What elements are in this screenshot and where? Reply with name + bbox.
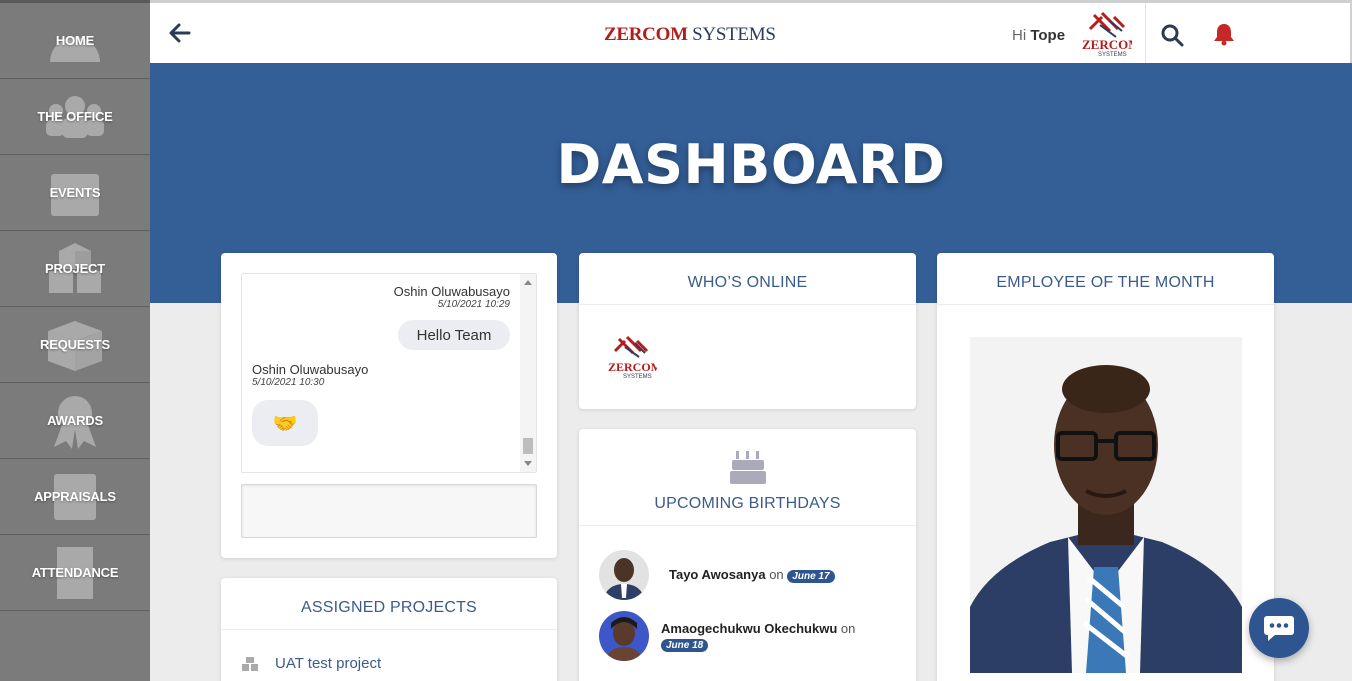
user-greeting: Hi Tope: [1012, 27, 1065, 44]
upcoming-birthdays-title: UPCOMING BIRTHDAYS: [654, 495, 841, 512]
whos-online-card: WHO’S ONLINE ZERCOM SYSTEMS: [579, 253, 916, 409]
greeting-prefix: Hi: [1012, 27, 1027, 44]
online-user-avatar[interactable]: ZERCOM SYSTEMS: [607, 331, 657, 381]
assigned-projects-card: ASSIGNED PROJECTS UAT test project: [221, 578, 557, 681]
sidebar-item-label: REQUESTS: [40, 337, 110, 352]
avatar: [599, 611, 649, 661]
birthday-cake-icon: [730, 451, 766, 484]
scroll-down-icon[interactable]: [524, 461, 532, 466]
team-chat-card: Oshin Oluwabusayo 5/10/2021 10:29 Hello …: [221, 253, 557, 558]
svg-text:ZERCOM: ZERCOM: [1082, 37, 1132, 52]
upcoming-birthdays-card: UPCOMING BIRTHDAYS Tayo Awosanya on June…: [579, 429, 916, 681]
birthday-date-badge: June 17: [787, 570, 835, 583]
chat-message-list[interactable]: Oshin Oluwabusayo 5/10/2021 10:29 Hello …: [241, 273, 537, 473]
message-timestamp: 5/10/2021 10:30: [252, 377, 325, 388]
sidebar-item-label: AWARDS: [47, 413, 103, 428]
sidebar-item-label: THE OFFICE: [37, 109, 113, 124]
scroll-up-icon[interactable]: [524, 280, 532, 285]
svg-text:SYSTEMS: SYSTEMS: [623, 374, 652, 380]
sidebar-item-label: EVENTS: [49, 185, 101, 200]
sidebar-item-requests[interactable]: REQUESTS: [0, 307, 150, 383]
message-bubble: 🤝: [252, 400, 318, 446]
person-name: Amaogechukwu Okechukwu: [661, 620, 838, 636]
brand-name-part2: SYSTEMS: [692, 24, 776, 45]
project-name: UAT test project: [275, 655, 382, 672]
birthday-list-item[interactable]: Tayo Awosanya on June 17: [599, 550, 835, 600]
on-text: on: [769, 567, 784, 582]
sidebar-item-label: ATTENDANCE: [31, 565, 119, 580]
chat-bubble-icon: [1264, 616, 1294, 641]
sidebar-item-appraisals[interactable]: APPRAISALS: [0, 459, 150, 535]
assigned-projects-title: ASSIGNED PROJECTS: [221, 578, 557, 630]
birthday-date-badge: June 18: [661, 638, 709, 652]
top-bar: ZERCOM SYSTEMS Hi Tope ZERCOM SYSTEMS: [150, 0, 1352, 63]
employee-photo: [970, 337, 1242, 673]
svg-text:SYSTEMS: SYSTEMS: [1098, 52, 1127, 57]
birthday-person-text: Amaogechukwu Okechukwu on June 18: [661, 621, 855, 652]
brand-name: ZERCOM SYSTEMS: [604, 24, 776, 46]
bell-icon[interactable]: [1212, 22, 1236, 46]
message-timestamp: 5/10/2021 10:29: [437, 299, 510, 310]
project-list-item[interactable]: UAT test project: [241, 655, 381, 672]
brand-name-part1: ZERCOM: [604, 24, 688, 45]
sidebar-item-awards[interactable]: AWARDS: [0, 383, 150, 459]
top-divider: [1145, 3, 1146, 63]
user-name: Tope: [1030, 27, 1066, 44]
birthday-person-text: Tayo Awosanya on June 17: [669, 567, 835, 583]
search-icon[interactable]: [1160, 23, 1184, 47]
back-arrow-icon[interactable]: [168, 21, 192, 45]
message-sender: Oshin Oluwabusayo: [393, 284, 510, 299]
sidebar: HOME THE OFFICE EVENTS PROJECT REQUESTS …: [0, 0, 150, 681]
chat-scrollbar[interactable]: [520, 274, 536, 472]
sidebar-item-events[interactable]: EVENTS: [0, 155, 150, 231]
sidebar-item-label: PROJECT: [44, 261, 105, 276]
sidebar-item-label: APPRAISALS: [34, 489, 116, 504]
sidebar-item-home[interactable]: HOME: [0, 3, 150, 79]
scroll-thumb[interactable]: [523, 438, 533, 454]
person-name: Tayo Awosanya: [669, 567, 766, 582]
message-sender: Oshin Oluwabusayo: [252, 362, 369, 377]
chat-launcher-button[interactable]: [1249, 598, 1309, 658]
divider: [579, 525, 916, 526]
sidebar-item-attendance[interactable]: ATTENDANCE: [0, 535, 150, 611]
on-text: on: [840, 620, 856, 636]
sidebar-item-project[interactable]: PROJECT: [0, 231, 150, 307]
employee-of-the-month-card: EMPLOYEE OF THE MONTH: [937, 253, 1274, 681]
page-title: DASHBOARD: [556, 133, 946, 196]
svg-text:ZERCOM: ZERCOM: [608, 360, 657, 374]
avatar: [599, 550, 649, 600]
birthday-list-item[interactable]: Amaogechukwu Okechukwu on June 18: [599, 611, 855, 661]
whos-online-title: WHO’S ONLINE: [579, 253, 916, 305]
chat-message-input[interactable]: [241, 484, 537, 538]
sidebar-item-label: HOME: [55, 33, 95, 48]
message-bubble: Hello Team: [398, 320, 510, 350]
user-avatar-logo-icon[interactable]: ZERCOM SYSTEMS: [1080, 9, 1132, 57]
cubes-icon: [242, 656, 258, 671]
sidebar-item-the-office[interactable]: THE OFFICE: [0, 79, 150, 155]
employee-of-the-month-title: EMPLOYEE OF THE MONTH: [937, 253, 1274, 305]
